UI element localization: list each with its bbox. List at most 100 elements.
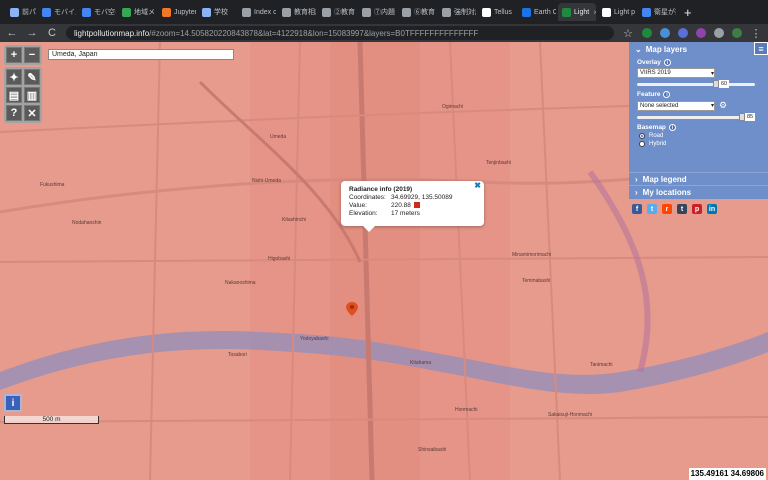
info-icon[interactable]: i — [668, 124, 676, 131]
extension-icon[interactable] — [660, 28, 670, 38]
reload-button[interactable]: C — [46, 27, 58, 39]
feature-opacity-value: 85 — [745, 113, 756, 121]
tab-favicon-icon — [82, 7, 91, 17]
extension-icon[interactable] — [714, 28, 724, 38]
map-place-label: Ogimachi — [442, 104, 464, 110]
browser-tab[interactable]: 学校 — [198, 3, 236, 21]
map-place-label: Nakanoshima — [225, 280, 256, 286]
browser-tab[interactable]: Index o — [238, 3, 276, 21]
tab-favicon-icon — [642, 7, 651, 17]
tab-label: 強制対応 — [454, 9, 476, 16]
social-share-icon[interactable]: p — [692, 204, 702, 214]
tab-favicon-icon — [42, 7, 51, 17]
address-bar[interactable]: lightpollutionmap.info/#zoom=14.50582022… — [66, 26, 614, 40]
social-share-bar: f t r t p in — [632, 204, 717, 214]
basemap-option-road[interactable]: Road — [637, 133, 760, 139]
bookmark-star-icon[interactable]: ☆ — [622, 27, 634, 40]
tab-label: ②教育 — [334, 9, 355, 16]
browser-tab[interactable]: Tellus — [478, 3, 516, 21]
browser-tab[interactable]: 地域メッ — [118, 3, 156, 21]
zoom-in-button[interactable]: + — [6, 47, 22, 63]
map-layers-title: Map layers — [645, 44, 688, 54]
browser-tab[interactable]: 前パイト — [6, 3, 36, 21]
basemap-option-hybrid[interactable]: Hybrid — [637, 141, 760, 147]
overlay-label: Overlay — [637, 59, 661, 66]
my-locations-header[interactable]: › My locations — [629, 185, 768, 198]
browser-tab[interactable]: Light p — [598, 3, 636, 21]
chevron-right-icon: › — [635, 174, 638, 184]
browser-tab[interactable]: Earth C — [518, 3, 556, 21]
extension-icon[interactable] — [642, 28, 652, 38]
browser-tab[interactable]: 教育相談 — [278, 3, 316, 21]
browser-tab[interactable]: Light × — [558, 3, 596, 21]
back-button[interactable]: ← — [6, 27, 18, 39]
radiance-color-swatch — [413, 202, 420, 208]
print-icon[interactable]: ▤ — [6, 87, 22, 103]
tab-favicon-icon — [202, 7, 211, 17]
browser-tab[interactable]: ⑥教育 — [398, 3, 436, 21]
settings-gear-icon[interactable]: ⚙ — [719, 100, 727, 111]
new-tab-button[interactable]: + — [684, 5, 692, 20]
tools-icon[interactable]: ✕ — [24, 105, 40, 121]
browser-tab[interactable]: 衛星が捉 — [638, 3, 676, 21]
feature-selected-value: None selected — [640, 102, 679, 109]
measure-ruler-icon[interactable]: ✎ — [24, 69, 40, 85]
popup-close-icon[interactable]: ✖ — [474, 182, 481, 190]
tab-label: 地域メッ — [134, 9, 156, 16]
map-legend-title: Map legend — [642, 174, 687, 184]
zoom-out-button[interactable]: − — [24, 47, 40, 63]
radio-selected — [639, 133, 645, 139]
menu-icon[interactable]: ⋮ — [750, 27, 762, 40]
browser-tab[interactable]: ②教育 — [318, 3, 356, 21]
location-marker-icon[interactable] — [346, 302, 358, 316]
overlay-select[interactable]: VIIRS 2019 ▾ — [637, 68, 715, 78]
profile-avatar[interactable] — [732, 28, 742, 38]
overlay-opacity-slider[interactable]: 60 — [637, 80, 755, 88]
help-icon[interactable]: ? — [6, 105, 22, 121]
tab-label: Light — [574, 8, 590, 16]
social-share-icon[interactable]: r — [662, 204, 672, 214]
tab-label: 教育相談 — [294, 9, 316, 16]
tab-favicon-icon — [562, 7, 571, 17]
map-layers-header[interactable]: ⌄ Map layers — [629, 42, 768, 56]
map-place-label: Tenjinbashi — [486, 160, 512, 166]
social-share-icon[interactable]: in — [707, 204, 717, 214]
url-host: lightpollutionmap.info — [74, 28, 150, 38]
map-legend-header[interactable]: › Map legend — [629, 172, 768, 185]
tab-label: ⑦内題 — [374, 9, 395, 16]
browser-tab[interactable]: モバイル — [38, 3, 76, 21]
info-icon[interactable]: i — [663, 91, 671, 98]
map-place-label: Temmabashi — [522, 278, 551, 284]
extension-icon[interactable] — [678, 28, 688, 38]
chart-icon[interactable]: ▥ — [24, 87, 40, 103]
tab-label: 衛星が捉 — [654, 9, 676, 16]
info-button[interactable]: i — [4, 394, 22, 412]
social-share-icon[interactable]: f — [632, 204, 642, 214]
social-share-icon[interactable]: t — [647, 204, 657, 214]
map-place-label: Nodahanshin — [72, 220, 102, 226]
browser-tab[interactable]: ⑦内題 — [358, 3, 396, 21]
location-search-input[interactable] — [48, 49, 234, 60]
extension-icon[interactable] — [696, 28, 706, 38]
info-icon[interactable]: i — [663, 59, 671, 66]
tab-label: Light p — [614, 8, 636, 16]
map-place-label: Honmachi — [455, 407, 478, 413]
map-place-label: Nishi-Umeda — [252, 178, 281, 184]
social-share-icon[interactable]: t — [677, 204, 687, 214]
coordinates-label: Coordinates: — [349, 194, 386, 201]
tab-close-icon[interactable]: × — [593, 8, 596, 17]
value-label: Value: — [349, 202, 367, 209]
feature-select[interactable]: None selected ▾ — [637, 100, 715, 111]
dropdown-arrow-icon: ▾ — [710, 70, 714, 77]
panel-menu-icon[interactable]: ≡ — [754, 42, 768, 55]
browser-tab[interactable]: モバ空に — [78, 3, 116, 21]
browser-tab[interactable]: 強制対応 — [438, 3, 476, 21]
browser-tab[interactable]: Jupyter — [158, 3, 196, 21]
locate-icon[interactable]: ✦ — [6, 69, 22, 85]
tab-favicon-icon — [442, 7, 451, 17]
feature-opacity-slider[interactable]: 85 — [637, 113, 756, 121]
tool-controls: ✦ ✎ ▤ ▥ ? ✕ — [4, 67, 42, 123]
forward-button[interactable]: → — [26, 27, 38, 39]
tab-label: モバ空に — [94, 9, 116, 16]
map-place-label: Kitahama — [410, 360, 432, 366]
